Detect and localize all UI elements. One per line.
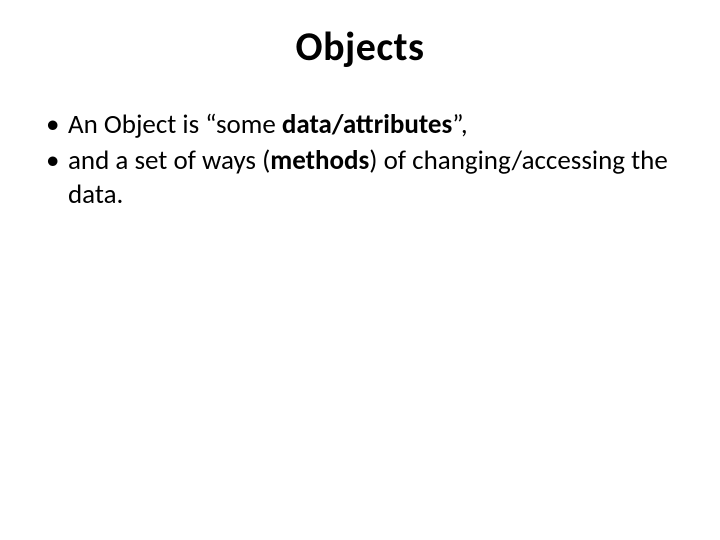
list-item: An Object is “some data/attributes”, xyxy=(42,108,678,142)
bullet-text-pre: and a set of ways ( xyxy=(68,144,270,177)
slide-body: An Object is “some data/attributes”, and… xyxy=(42,108,678,213)
bullet-text-bold: data/attributes xyxy=(282,108,452,141)
list-item: and a set of ways (methods) of changing/… xyxy=(42,144,678,212)
slide-title: Objects xyxy=(0,22,720,71)
bullet-list: An Object is “some data/attributes”, and… xyxy=(42,108,678,211)
bullet-text-bold: methods xyxy=(270,144,369,177)
bullet-text-post: ”, xyxy=(452,108,467,141)
slide: Objects An Object is “some data/attribut… xyxy=(0,0,720,540)
bullet-text-pre: An Object is “some xyxy=(68,108,282,141)
